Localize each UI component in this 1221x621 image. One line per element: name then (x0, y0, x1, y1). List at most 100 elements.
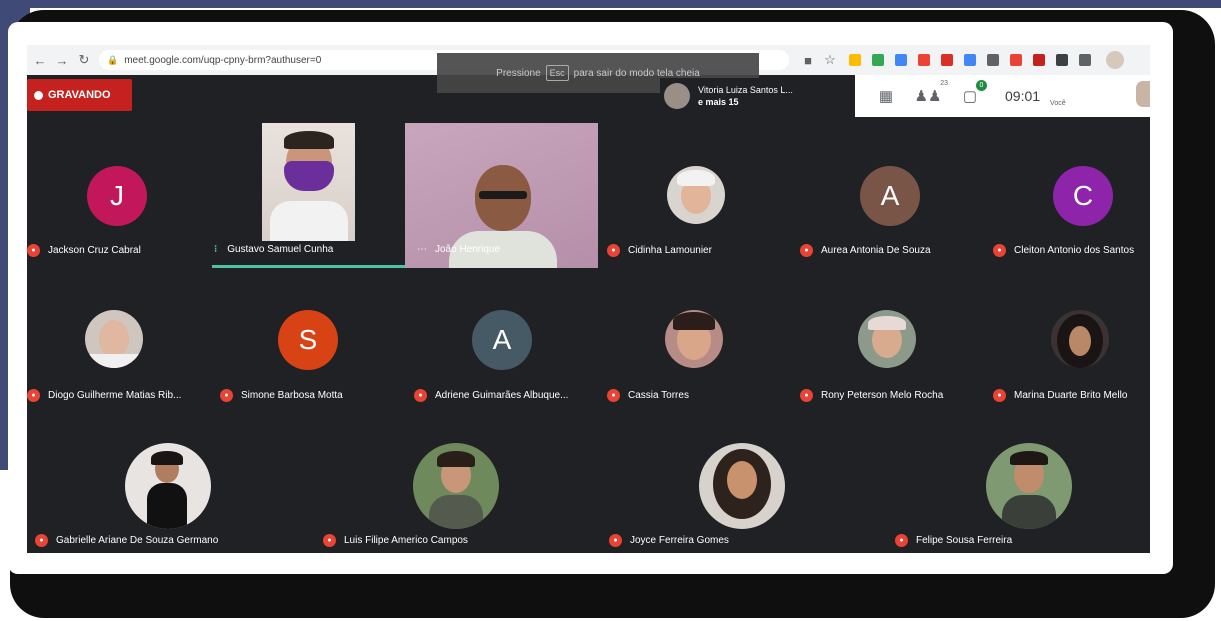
participant-name-row: ● Adriene Guimarães Albuque... (414, 389, 568, 402)
participant-video (262, 123, 355, 241)
profile-avatar[interactable] (1106, 51, 1124, 69)
background-band-top (0, 0, 1221, 8)
person-face (99, 320, 129, 358)
pen-icon[interactable] (1033, 54, 1045, 66)
square-icon[interactable] (1056, 54, 1068, 66)
doc-icon[interactable] (964, 54, 976, 66)
mic-off-icon: ● (800, 244, 813, 257)
hint-pre: Pressione (496, 67, 541, 79)
participant-name-row: ⁝ Gustavo Samuel Cunha (214, 244, 333, 255)
more-options-icon[interactable]: ⋯ (417, 244, 427, 255)
glasses (479, 191, 527, 199)
you-label: Você (1050, 99, 1066, 107)
presenter-extra: e mais 15 (698, 97, 739, 107)
esc-key: Esc (545, 65, 569, 81)
meet-icon[interactable] (872, 54, 884, 66)
meet-window: ← → ↻ 🔒 meet.google.com/uqp-cpny-brm?aut… (27, 45, 1150, 553)
shield-icon[interactable] (941, 54, 953, 66)
participant-name-row: ⋯ João Henrique (417, 244, 500, 255)
mic-off-icon: ● (895, 534, 908, 547)
reload-icon[interactable]: ↻ (75, 51, 93, 69)
participant-name: Jackson Cruz Cabral (48, 245, 141, 256)
cap (868, 316, 906, 330)
recording-badge: GRAVANDO (27, 79, 132, 111)
hat (677, 170, 715, 186)
participant-name: Rony Peterson Melo Rocha (821, 390, 944, 401)
mic-off-icon: ● (323, 534, 336, 547)
activities-grid-icon[interactable]: ▦ (875, 85, 897, 107)
participant-name-row: ● Diogo Guilherme Matias Rib... (27, 389, 181, 402)
shirt (429, 495, 483, 529)
participant-name-row: ● Joyce Ferreira Gomes (609, 534, 729, 547)
hint-post: para sair do modo tela cheia (573, 67, 700, 79)
participant-name: Joyce Ferreira Gomes (630, 535, 729, 546)
participant-name-row: ● Felipe Sousa Ferreira (895, 534, 1012, 547)
participant-name: Cidinha Lamounier (628, 245, 712, 256)
chat-count: 0 (976, 80, 987, 91)
play-icon[interactable] (895, 54, 907, 66)
mic-off-icon: ● (414, 389, 427, 402)
mic-off-icon: ● (35, 534, 48, 547)
hair (437, 451, 475, 467)
shirt (270, 201, 348, 241)
participant-avatar-initial: A (860, 166, 920, 226)
participant-name-row: ● Simone Barbosa Motta (220, 389, 343, 402)
diamond-icon[interactable] (1010, 54, 1022, 66)
participant-photo (986, 443, 1072, 529)
chat-icon[interactable]: ▢ 0 (959, 80, 987, 107)
back-arrow-icon[interactable]: ← (31, 51, 49, 69)
presenter-name: Vitoria Luiza Santos L... (698, 85, 793, 95)
url-text: meet.google.com/uqp-cpny-brm?authuser=0 (124, 54, 322, 66)
mic-off-icon: ● (220, 389, 233, 402)
participant-avatar-initial: J (87, 166, 147, 226)
extension-icons (849, 54, 1102, 66)
hair (151, 451, 183, 465)
mic-off-icon: ● (609, 534, 622, 547)
participant-photo (665, 310, 723, 368)
participant-name-row: ● Luis Filipe Americo Campos (323, 534, 468, 547)
drive-icon[interactable] (849, 54, 861, 66)
camera-icon[interactable]: ■ (799, 51, 817, 69)
recording-label: GRAVANDO (48, 89, 111, 101)
bookmark-star-icon[interactable]: ☆ (821, 51, 839, 69)
participant-name: Diogo Guilherme Matias Rib... (48, 390, 182, 401)
participant-name: Adriene Guimarães Albuque... (435, 390, 569, 401)
participant-name-row: ● Cassia Torres (607, 389, 689, 402)
recording-dot-icon (34, 90, 43, 100)
participant-photo (699, 443, 785, 529)
presenter-avatar (664, 83, 690, 109)
speaking-icon: ⁝ (214, 244, 218, 255)
participant-photo (413, 443, 499, 529)
meeting-clock: 09:01 (1005, 88, 1041, 104)
people-icon[interactable]: ♟♟ 23 (915, 80, 948, 107)
mic-off-icon: ● (27, 244, 40, 257)
participant-name: Marina Duarte Brito Mello (1014, 390, 1128, 401)
participant-name: Gustavo Samuel Cunha (227, 244, 334, 255)
person-face (1069, 326, 1091, 356)
participant-avatar-initial: C (1053, 166, 1113, 226)
person-face (727, 461, 757, 499)
participant-photo (1051, 310, 1109, 368)
presenter-indicator[interactable]: Vitoria Luiza Santos L... e mais 15 (660, 78, 852, 114)
participant-photo (125, 443, 211, 529)
pdf-icon[interactable] (918, 54, 930, 66)
self-view-thumbnail[interactable] (1136, 81, 1150, 107)
shirt (147, 483, 187, 529)
participant-name-row: ● Rony Peterson Melo Rocha (800, 389, 943, 402)
participant-name-row: ● Aurea Antonia De Souza (800, 244, 931, 257)
briefcase-icon[interactable] (987, 54, 999, 66)
hair (1010, 451, 1048, 465)
participant-photo (85, 310, 143, 368)
participant-name: Cleiton Antonio dos Santos (1014, 245, 1135, 256)
hair (673, 312, 715, 330)
participant-name: João Henrique (435, 244, 501, 255)
mic-off-icon: ● (607, 389, 620, 402)
participant-name: Gabrielle Ariane De Souza Germano (56, 535, 219, 546)
participant-name: Simone Barbosa Motta (241, 390, 343, 401)
participant-photo (858, 310, 916, 368)
forward-arrow-icon[interactable]: → (53, 51, 71, 69)
participant-avatar-initial: A (472, 310, 532, 370)
puzzle-icon[interactable] (1079, 54, 1091, 66)
mic-off-icon: ● (800, 389, 813, 402)
participant-name-row: ● Cidinha Lamounier (607, 244, 712, 257)
